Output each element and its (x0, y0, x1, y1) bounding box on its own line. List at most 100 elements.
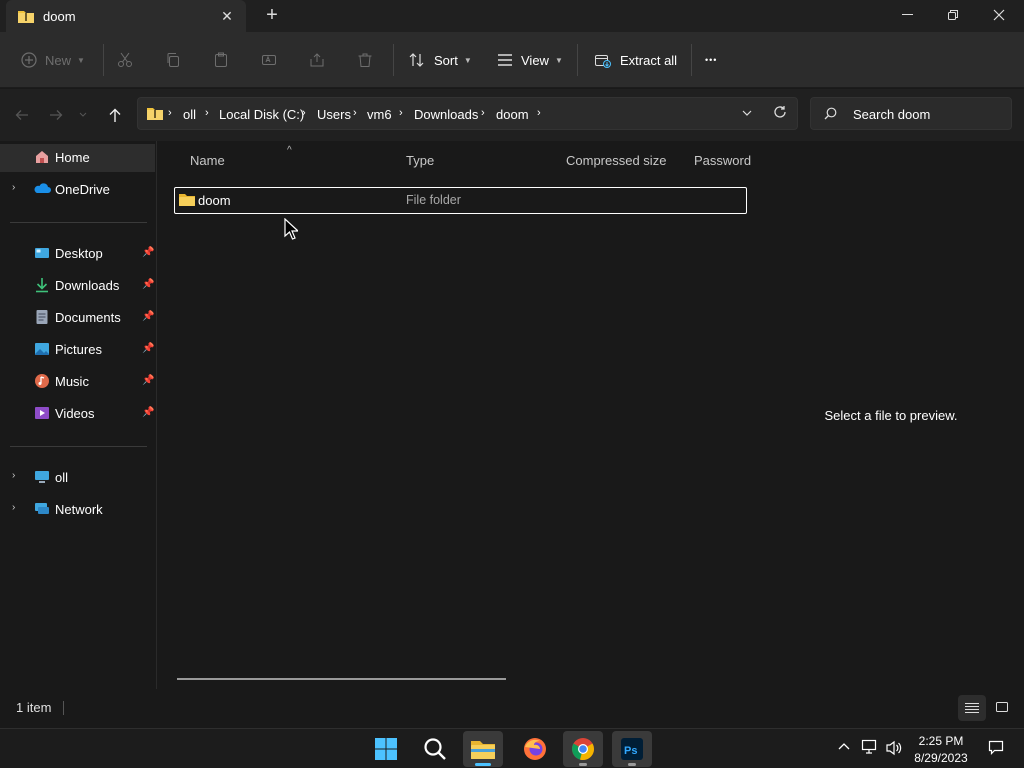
forward-button[interactable] (43, 102, 69, 128)
close-window-button[interactable] (976, 0, 1022, 30)
paste-button[interactable] (213, 45, 229, 75)
sidebar-item-videos[interactable]: Videos 📌 (0, 400, 157, 428)
file-explorer-taskbar-button[interactable] (463, 731, 503, 767)
clipboard-icon (213, 52, 229, 68)
sidebar-item-downloads[interactable]: Downloads 📌 (0, 272, 157, 300)
network-status-icon[interactable] (861, 739, 879, 755)
windows-logo-icon (375, 738, 397, 760)
breadcrumb-separator-icon: › (481, 107, 485, 119)
copy-button[interactable] (165, 45, 181, 75)
sidebar-label: oll (55, 470, 69, 485)
start-button[interactable] (366, 731, 406, 767)
clock[interactable]: 2:25 PM 8/29/2023 (908, 733, 974, 767)
pin-icon[interactable]: 📌 (142, 279, 154, 290)
refresh-icon[interactable] (773, 105, 787, 119)
divider (10, 222, 147, 223)
column-header-password[interactable]: Password (694, 153, 751, 168)
column-header-compressed-size[interactable]: Compressed size (566, 153, 666, 168)
tab-doom[interactable]: doom ✕ (6, 0, 246, 32)
photoshop-taskbar-button[interactable]: Ps (612, 731, 652, 767)
share-icon (309, 52, 325, 68)
chrome-taskbar-button[interactable] (563, 731, 603, 767)
cloud-icon (34, 181, 51, 197)
sidebar-item-documents[interactable]: Documents 📌 (0, 304, 157, 332)
active-indicator (475, 763, 491, 766)
sidebar-label: Documents (55, 310, 121, 325)
close-tab-button[interactable]: ✕ (218, 7, 236, 25)
sidebar-item-pictures[interactable]: Pictures 📌 (0, 336, 157, 364)
sidebar-item-onedrive[interactable]: › OneDrive (0, 176, 157, 204)
downloads-icon (34, 277, 50, 293)
tiles-view-button[interactable] (995, 701, 1009, 713)
table-row[interactable]: doom File folder (174, 187, 747, 214)
documents-icon (34, 309, 50, 325)
share-button[interactable] (309, 45, 325, 75)
music-icon (34, 373, 50, 389)
sidebar-item-this-pc[interactable]: › oll (0, 464, 157, 492)
restore-icon (947, 9, 959, 21)
search-button[interactable] (415, 731, 455, 767)
photoshop-icon: Ps (620, 737, 644, 761)
address-row: › oll › Local Disk (C:) › Users › vm6 › … (0, 89, 1024, 141)
horizontal-scrollbar[interactable] (177, 678, 506, 680)
sidebar-item-desktop[interactable]: Desktop 📌 (0, 240, 157, 268)
pin-icon[interactable]: 📌 (142, 407, 154, 418)
new-button[interactable]: New ▼ (21, 45, 85, 75)
sort-button[interactable]: Sort ▼ (408, 45, 472, 75)
arrow-left-icon (15, 108, 29, 122)
breadcrumb-doom[interactable]: doom (496, 107, 529, 122)
file-type: File folder (406, 193, 461, 207)
restore-button[interactable] (930, 0, 976, 30)
back-button[interactable] (9, 102, 35, 128)
close-icon (993, 9, 1005, 21)
breadcrumb-vm6[interactable]: vm6 (367, 107, 392, 122)
details-view-button[interactable] (958, 695, 986, 721)
breadcrumb-separator-icon: › (168, 107, 172, 119)
chevron-right-icon[interactable]: › (12, 470, 15, 481)
home-icon (34, 149, 50, 165)
search-input[interactable]: Search doom (810, 97, 1012, 130)
rename-button[interactable] (261, 45, 277, 75)
chevron-right-icon[interactable]: › (12, 502, 15, 513)
pin-icon[interactable]: 📌 (142, 375, 154, 386)
divider (10, 446, 147, 447)
address-history-chevron-icon[interactable] (742, 110, 752, 117)
breadcrumb-oll[interactable]: oll (183, 107, 196, 122)
sort-ascending-icon: ^ (287, 145, 292, 156)
pictures-icon (34, 341, 50, 357)
pin-icon[interactable]: 📌 (142, 343, 154, 354)
sidebar-item-network[interactable]: › Network (0, 496, 157, 524)
pin-icon[interactable]: 📌 (142, 247, 154, 258)
minimize-button[interactable] (885, 0, 931, 30)
preview-message: Select a file to preview. (824, 408, 958, 423)
view-button[interactable]: View ▼ (497, 45, 563, 75)
sidebar-item-home[interactable]: Home (0, 144, 155, 172)
cut-button[interactable] (117, 45, 133, 75)
view-label: View (521, 52, 549, 68)
new-tab-button[interactable]: + (261, 5, 283, 27)
recent-locations-button[interactable] (75, 102, 91, 128)
breadcrumb-downloads[interactable]: Downloads (414, 107, 478, 122)
firefox-taskbar-button[interactable] (515, 731, 555, 767)
show-hidden-icons-chevron-icon[interactable] (838, 742, 850, 750)
column-header-name[interactable]: Name (190, 153, 225, 168)
breadcrumb-local-disk[interactable]: Local Disk (C:) (219, 107, 304, 122)
sidebar-item-music[interactable]: Music 📌 (0, 368, 157, 396)
running-indicator (579, 763, 587, 766)
address-bar[interactable]: › oll › Local Disk (C:) › Users › vm6 › … (137, 97, 798, 130)
up-button[interactable] (102, 102, 128, 128)
navigation-pane: Home › OneDrive Desktop 📌 Downloads 📌 Do… (0, 141, 157, 689)
breadcrumb-separator-icon: › (399, 107, 403, 119)
view-list-icon (497, 53, 513, 67)
volume-icon[interactable] (885, 740, 903, 756)
extract-all-button[interactable]: Extract all (594, 45, 677, 75)
delete-button[interactable] (357, 45, 373, 75)
column-header-type[interactable]: Type (406, 153, 434, 168)
breadcrumb-users[interactable]: Users (317, 107, 351, 122)
pin-icon[interactable]: 📌 (142, 311, 154, 322)
chevron-right-icon[interactable]: › (12, 182, 15, 193)
preview-pane: Select a file to preview. (758, 141, 1024, 689)
notifications-icon[interactable] (988, 740, 1004, 756)
divider (577, 44, 578, 76)
more-options-button[interactable]: ••• (705, 45, 717, 75)
